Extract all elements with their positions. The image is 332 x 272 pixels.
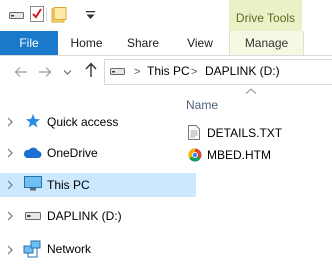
drive-icon[interactable] xyxy=(9,10,24,21)
drive-icon xyxy=(25,212,41,220)
file-item[interactable]: MBED.HTM xyxy=(207,148,271,162)
tab-home[interactable]: Home xyxy=(58,31,115,55)
sidebar-item-network[interactable]: Network xyxy=(47,242,91,256)
expand-chevron-icon[interactable] xyxy=(5,180,15,190)
expand-chevron-icon[interactable] xyxy=(5,117,15,127)
tab-view[interactable]: View xyxy=(171,31,229,55)
drive-icon xyxy=(110,68,125,75)
new-folder-icon[interactable] xyxy=(51,7,67,23)
breadcrumb-daplink[interactable]: DAPLINK (D:) xyxy=(205,64,280,78)
tab-manage[interactable]: Manage xyxy=(229,31,304,55)
breadcrumb-chevron-icon[interactable]: > xyxy=(134,66,140,78)
back-arrow-icon[interactable] xyxy=(14,66,28,78)
expand-chevron-icon[interactable] xyxy=(5,245,15,255)
monitor-icon xyxy=(24,176,42,191)
tab-share[interactable]: Share xyxy=(115,31,171,55)
network-icon xyxy=(23,240,41,258)
customize-toolbar-icon[interactable] xyxy=(86,11,95,20)
toolbar-separator xyxy=(46,8,47,22)
sidebar-item-quick-access[interactable]: Quick access xyxy=(47,115,118,129)
breadcrumb-this-pc[interactable]: This PC xyxy=(147,64,190,78)
contextual-tab-header: Drive Tools xyxy=(229,0,302,31)
star-icon xyxy=(26,114,40,128)
properties-icon[interactable] xyxy=(30,6,44,22)
column-header-name[interactable]: Name xyxy=(186,98,218,112)
file-item[interactable]: DETAILS.TXT xyxy=(207,126,282,140)
tab-file[interactable]: File xyxy=(0,31,58,55)
sidebar-item-daplink[interactable]: DAPLINK (D:) xyxy=(47,209,122,223)
text-file-icon xyxy=(188,125,200,140)
sidebar-item-onedrive[interactable]: OneDrive xyxy=(47,146,98,160)
forward-arrow-icon[interactable] xyxy=(38,66,52,78)
expand-chevron-icon[interactable] xyxy=(5,148,15,158)
breadcrumb-chevron-icon[interactable]: > xyxy=(191,66,197,78)
sidebar-item-this-pc[interactable]: This PC xyxy=(47,178,90,192)
chrome-icon xyxy=(188,148,202,162)
cloud-icon xyxy=(23,147,42,158)
recent-locations-chevron-icon[interactable] xyxy=(63,69,72,76)
up-arrow-icon[interactable] xyxy=(84,62,98,78)
sort-ascending-icon xyxy=(245,88,257,94)
expand-chevron-icon[interactable] xyxy=(5,211,15,221)
